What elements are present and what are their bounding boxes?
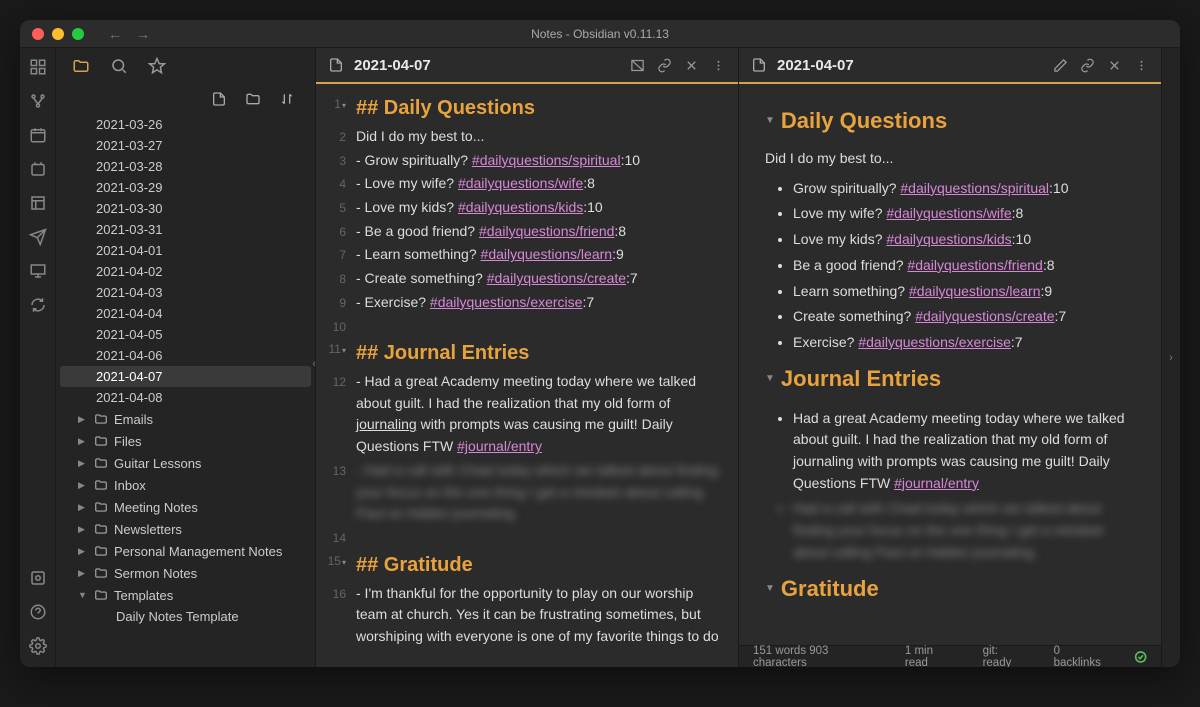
file-item[interactable]: 2021-04-02	[56, 261, 315, 282]
sort-icon[interactable]	[279, 91, 295, 107]
sidebar: 2021-03-262021-03-272021-03-282021-03-29…	[56, 48, 316, 667]
send-icon[interactable]	[29, 228, 47, 246]
tag-link[interactable]: #dailyquestions/wife	[458, 175, 583, 191]
tag-link[interactable]: #dailyquestions/wife	[886, 205, 1011, 221]
forward-icon[interactable]: →	[136, 26, 150, 42]
folder-item[interactable]: ▶Inbox	[56, 474, 315, 496]
tag-link[interactable]: #dailyquestions/spiritual	[900, 180, 1049, 196]
close-icon[interactable]	[32, 28, 44, 40]
document-icon	[751, 57, 767, 73]
folder-item[interactable]: ▶Personal Management Notes	[56, 540, 315, 562]
titlebar: ← → Notes - Obsidian v0.11.13	[20, 20, 1180, 48]
graph-icon[interactable]	[29, 92, 47, 110]
collapse-right-icon[interactable]: ›	[1162, 48, 1180, 667]
more-icon[interactable]	[1134, 58, 1149, 73]
word-count: 151 words 903 characters	[753, 645, 879, 668]
tag-link[interactable]: #dailyquestions/learn	[481, 246, 613, 262]
file-item[interactable]: 2021-03-26	[56, 114, 315, 135]
file-item[interactable]: 2021-03-28	[56, 156, 315, 177]
new-file-icon[interactable]	[211, 91, 227, 107]
backlinks-count: 0 backlinks	[1054, 645, 1108, 668]
tag-link[interactable]: #dailyquestions/create	[915, 308, 1054, 324]
tag-link[interactable]: #journal/entry	[894, 475, 979, 491]
preview-toggle-icon[interactable]	[630, 58, 645, 73]
back-icon[interactable]: ←	[108, 26, 122, 42]
file-item[interactable]: Daily Notes Template	[56, 606, 315, 627]
traffic-lights	[20, 28, 96, 40]
collapse-sidebar-icon[interactable]: ‹	[312, 358, 316, 370]
editor-pane: 2021-04-07 1▾## Daily Questions2Did I do…	[316, 48, 739, 667]
tag-link[interactable]: #dailyquestions/friend	[907, 257, 1042, 273]
help-icon[interactable]	[29, 603, 47, 621]
tag-link[interactable]: #dailyquestions/exercise	[430, 294, 583, 310]
pane-title[interactable]: 2021-04-07	[354, 57, 620, 74]
file-item[interactable]: 2021-04-03	[56, 282, 315, 303]
file-item[interactable]: 2021-03-31	[56, 219, 315, 240]
more-icon[interactable]	[711, 58, 726, 73]
file-item[interactable]: 2021-04-01	[56, 240, 315, 261]
link-icon[interactable]	[657, 58, 672, 73]
new-folder-icon[interactable]	[245, 91, 261, 107]
folder-item[interactable]: ▶Files	[56, 430, 315, 452]
editor-content[interactable]: 1▾## Daily Questions2Did I do my best to…	[316, 84, 738, 667]
preview-pane: 2021-04-07 ▼Daily QuestionsDid I do my b…	[739, 48, 1162, 667]
folder-item[interactable]: ▶Emails	[56, 408, 315, 430]
settings-icon[interactable]	[29, 637, 47, 655]
folder-item[interactable]: ▶Newsletters	[56, 518, 315, 540]
ribbon	[20, 48, 56, 667]
maximize-icon[interactable]	[72, 28, 84, 40]
quick-switcher-icon[interactable]	[29, 58, 47, 76]
folder-item[interactable]: ▶Meeting Notes	[56, 496, 315, 518]
file-item[interactable]: 2021-04-06	[56, 345, 315, 366]
tag-link[interactable]: #dailyquestions/kids	[886, 231, 1011, 247]
search-icon[interactable]	[110, 57, 128, 75]
statusbar: 151 words 903 characters 1 min read git:…	[739, 645, 1161, 667]
file-item[interactable]: 2021-04-08	[56, 387, 315, 408]
template-icon[interactable]	[29, 194, 47, 212]
calendar-icon[interactable]	[29, 126, 47, 144]
folder-item[interactable]: ▶Guitar Lessons	[56, 452, 315, 474]
sync-icon[interactable]	[29, 296, 47, 314]
tag-link[interactable]: #dailyquestions/spiritual	[472, 152, 621, 168]
link-icon[interactable]	[1080, 58, 1095, 73]
close-pane-icon[interactable]	[684, 58, 699, 73]
slides-icon[interactable]	[29, 262, 47, 280]
folder-item[interactable]: ▼Templates	[56, 584, 315, 606]
command-icon[interactable]	[29, 160, 47, 178]
file-item[interactable]: 2021-03-29	[56, 177, 315, 198]
tag-link[interactable]: #dailyquestions/exercise	[858, 334, 1011, 350]
app-window: ← → Notes - Obsidian v0.11.13	[20, 20, 1180, 667]
tag-link[interactable]: #dailyquestions/friend	[479, 223, 614, 239]
file-item[interactable]: 2021-04-07	[60, 366, 311, 387]
preview-content[interactable]: ▼Daily QuestionsDid I do my best to...Gr…	[739, 84, 1161, 645]
file-item[interactable]: 2021-04-04	[56, 303, 315, 324]
check-icon	[1134, 650, 1147, 664]
edit-icon[interactable]	[1053, 58, 1068, 73]
git-status: git: ready	[983, 645, 1028, 668]
window-title: Notes - Obsidian v0.11.13	[531, 27, 669, 41]
star-icon[interactable]	[148, 57, 166, 75]
file-explorer-icon[interactable]	[72, 57, 90, 75]
folder-item[interactable]: ▶Sermon Notes	[56, 562, 315, 584]
minimize-icon[interactable]	[52, 28, 64, 40]
file-item[interactable]: 2021-03-30	[56, 198, 315, 219]
vault-icon[interactable]	[29, 569, 47, 587]
tag-link[interactable]: #journal/entry	[457, 438, 542, 454]
read-time: 1 min read	[905, 645, 957, 668]
tag-link[interactable]: #dailyquestions/create	[487, 270, 626, 286]
pane-title[interactable]: 2021-04-07	[777, 57, 1043, 74]
document-icon	[328, 57, 344, 73]
close-pane-icon[interactable]	[1107, 58, 1122, 73]
file-item[interactable]: 2021-03-27	[56, 135, 315, 156]
file-list[interactable]: 2021-03-262021-03-272021-03-282021-03-29…	[56, 114, 315, 667]
file-item[interactable]: 2021-04-05	[56, 324, 315, 345]
tag-link[interactable]: #dailyquestions/learn	[909, 283, 1041, 299]
tag-link[interactable]: #dailyquestions/kids	[458, 199, 583, 215]
